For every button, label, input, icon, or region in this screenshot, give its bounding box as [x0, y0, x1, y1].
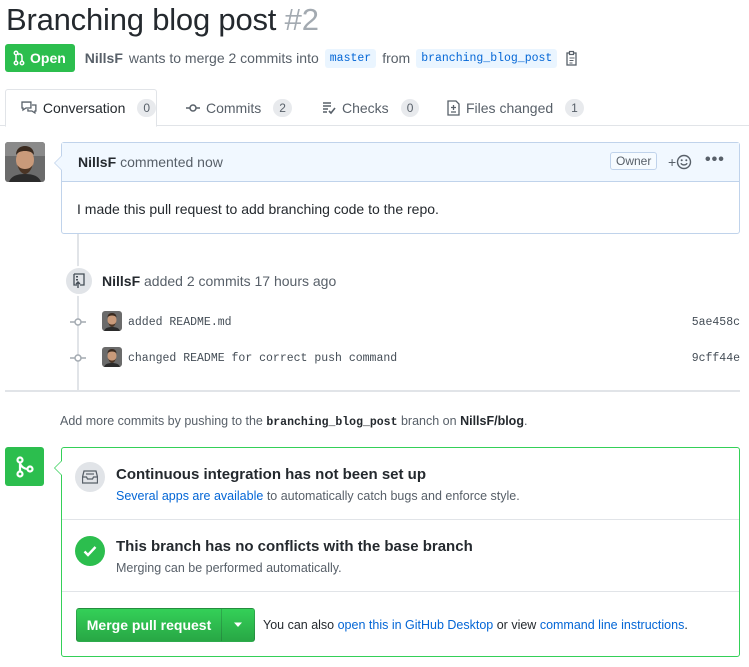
hint-branch: branching_blog_post: [266, 416, 398, 429]
commit-avatar[interactable]: [102, 347, 122, 367]
base-branch[interactable]: master: [324, 48, 377, 68]
commit-sha[interactable]: 9cff44e: [692, 352, 740, 365]
note-suffix: .: [684, 618, 688, 632]
note-prefix: You can also: [263, 618, 335, 632]
commit-avatar[interactable]: [102, 311, 122, 331]
commit-sha[interactable]: 5ae458c: [692, 316, 740, 329]
timeline-divider: [5, 390, 740, 392]
hint-prefix: Add more commits by pushing to the: [60, 414, 263, 428]
state-badge: Open: [5, 44, 75, 72]
reaction-plus: +: [668, 154, 677, 170]
merge-text: wants to merge 2 commits into: [128, 50, 319, 66]
commit-row: changed README for correct push command …: [70, 347, 740, 369]
merge-pull-request-button[interactable]: Merge pull request: [77, 609, 222, 641]
avatar[interactable]: [5, 142, 45, 182]
conflict-title: This branch has no conflicts with the ba…: [116, 538, 473, 555]
merge-button-group: Merge pull request: [76, 608, 255, 642]
ci-subtitle: Several apps are available to automatica…: [116, 489, 520, 503]
tab-checks-label: Checks: [342, 99, 389, 116]
pr-meta: Open NillsF wants to merge 2 commits int…: [5, 44, 579, 72]
merge-method-dropdown[interactable]: [222, 609, 254, 641]
hint-middle: branch on: [400, 414, 457, 428]
conflict-subtitle: Merging can be performed automatically.: [116, 561, 342, 575]
clipboard-icon[interactable]: [565, 50, 579, 66]
pr-number: #2: [284, 2, 319, 37]
tab-checks[interactable]: Checks 0: [322, 89, 420, 126]
push-event-text: NillsF added 2 commits 17 hours ago: [102, 273, 336, 289]
pr-title: Branching blog post #2: [6, 2, 319, 38]
comment-body: I made this pull request to add branchin…: [77, 201, 439, 217]
comment-meta[interactable]: commented now: [120, 154, 223, 170]
tab-conversation-label: Conversation: [42, 100, 126, 116]
tab-commits-count: 2: [273, 98, 292, 117]
tab-files-count: 1: [565, 98, 584, 117]
kebab-icon[interactable]: •••: [705, 151, 725, 169]
git-commit-icon: [186, 103, 200, 112]
from-text: from: [382, 50, 411, 66]
comment-box: NillsF commented now Owner + ••• I made …: [54, 142, 740, 234]
note-middle: or view: [496, 618, 537, 632]
merge-box: Continuous integration has not been set …: [54, 447, 740, 657]
ci-section: Continuous integration has not been set …: [62, 448, 739, 520]
conflict-section: This branch has no conflicts with the ba…: [62, 520, 739, 592]
push-description[interactable]: added 2 commits 17 hours ago: [144, 273, 336, 289]
tab-commits[interactable]: Commits 2: [186, 89, 292, 126]
git-commit-icon: [70, 318, 86, 326]
check-icon: [75, 536, 105, 566]
pr-author-link[interactable]: NillsF: [85, 50, 123, 66]
open-desktop-link[interactable]: open this in GitHub Desktop: [338, 618, 494, 632]
add-reaction-button[interactable]: +: [668, 154, 692, 170]
ci-rest: to automatically catch bugs and enforce …: [266, 489, 520, 503]
merge-caret: [54, 460, 62, 476]
tab-checks-count: 0: [400, 98, 420, 117]
commit-message[interactable]: added README.md: [128, 316, 232, 329]
comment-discussion-icon: [21, 101, 37, 115]
commit-message[interactable]: changed README for correct push command: [128, 352, 397, 365]
owner-badge: Owner: [610, 152, 658, 170]
push-hint: Add more commits by pushing to the branc…: [60, 414, 527, 429]
tab-files-label: Files changed: [466, 99, 554, 116]
merge-note: You can also open this in GitHub Desktop…: [263, 618, 688, 632]
triangle-down-icon: [234, 622, 242, 627]
file-diff-icon: [447, 99, 460, 116]
repo-push-icon: [64, 266, 94, 296]
push-author[interactable]: NillsF: [102, 273, 140, 289]
ci-apps-link[interactable]: Several apps are available: [116, 489, 263, 503]
hint-repo: NillsF/blog: [460, 414, 524, 428]
state-label: Open: [30, 50, 66, 66]
tab-commits-label: Commits: [206, 99, 262, 116]
tab-files-changed[interactable]: Files changed 1: [447, 89, 584, 126]
ci-title: Continuous integration has not been set …: [116, 466, 426, 483]
pr-tabs: Conversation 0 Commits 2 Checks 0 Files …: [0, 89, 749, 127]
tab-conversation[interactable]: Conversation 0: [5, 89, 157, 127]
ci-inbox-icon: [75, 462, 105, 492]
git-pull-request-icon: [13, 50, 25, 66]
head-branch[interactable]: branching_blog_post: [416, 48, 558, 68]
smiley-icon: [676, 154, 692, 170]
commit-row: added README.md 5ae458c: [70, 311, 740, 333]
comment-caret: [54, 155, 62, 171]
git-merge-icon: [5, 447, 44, 486]
checklist-icon: [323, 101, 336, 114]
pr-title-text: Branching blog post: [6, 2, 277, 37]
comment-author[interactable]: NillsF: [78, 154, 116, 170]
tab-conversation-count: 0: [137, 99, 156, 117]
command-line-link[interactable]: command line instructions: [540, 618, 685, 632]
hint-suffix: .: [523, 414, 528, 428]
git-commit-icon: [70, 354, 86, 362]
